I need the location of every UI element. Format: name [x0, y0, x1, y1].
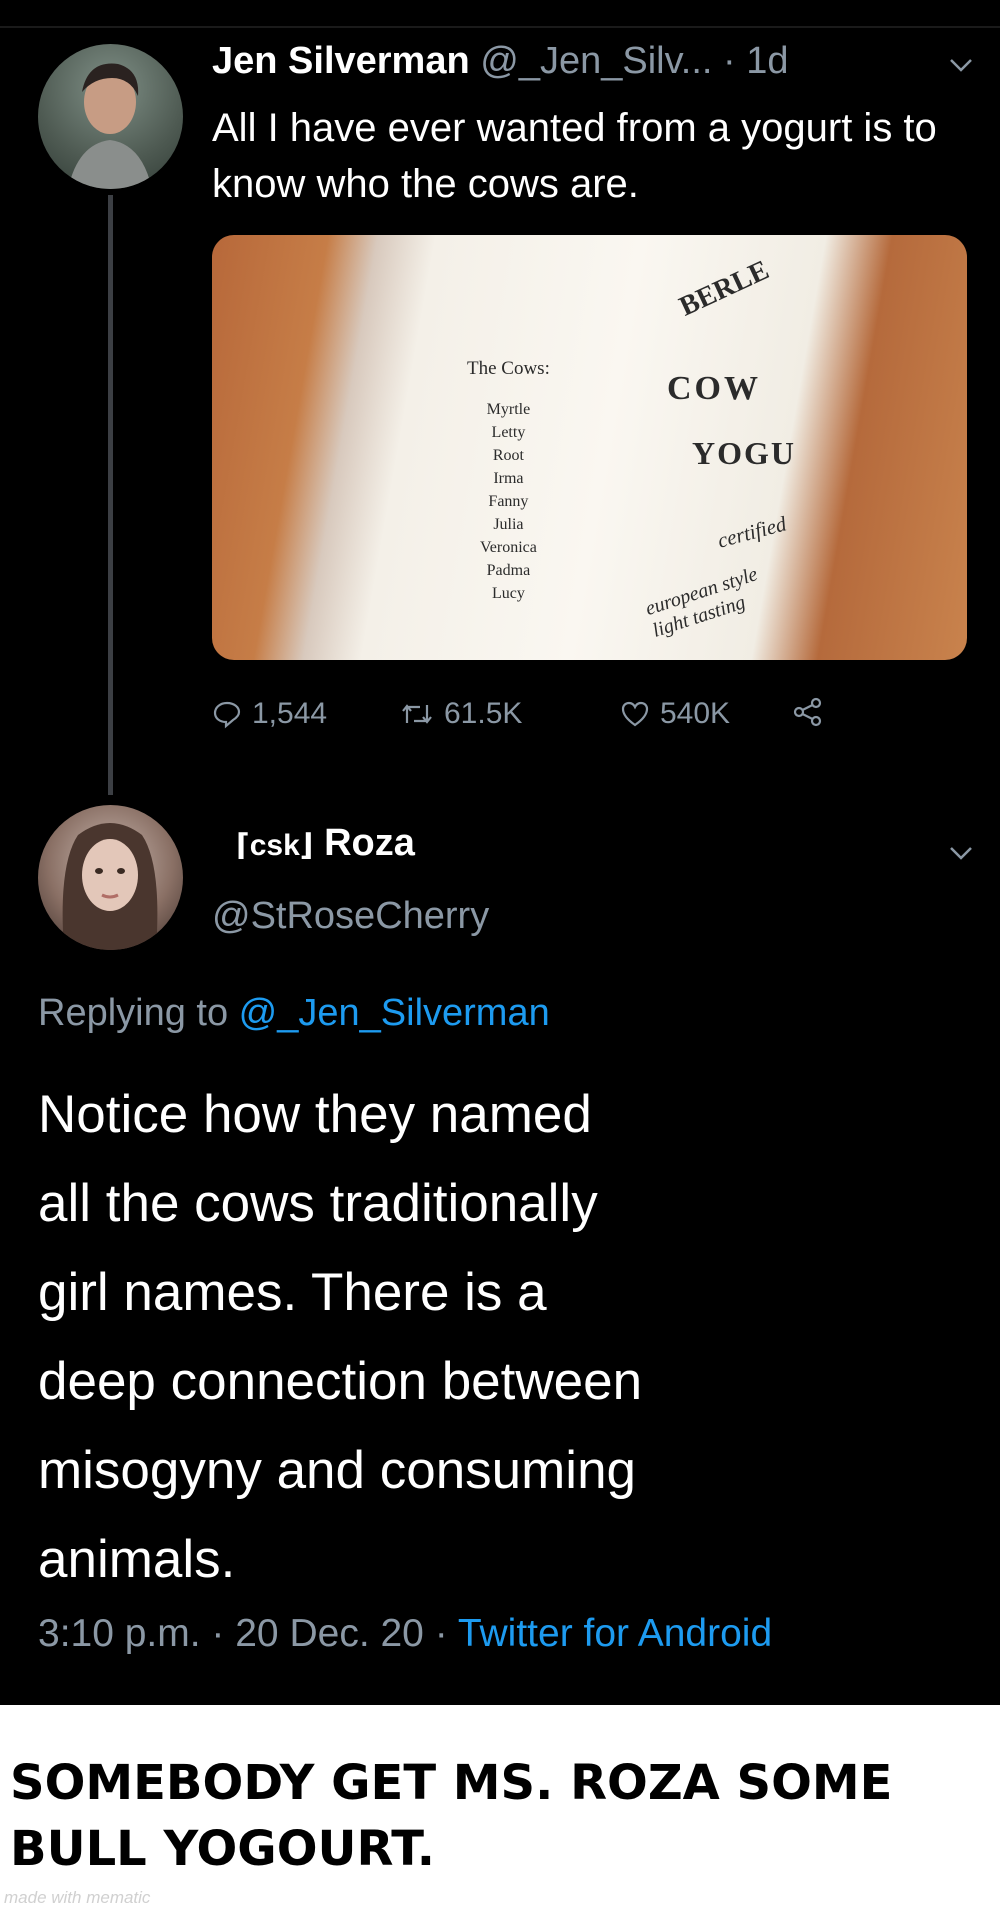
reply-author-name[interactable]: ⌈csk⌋ Roza [236, 822, 415, 865]
cow-name: Julia [493, 516, 524, 533]
retweet-count: 61.5K [444, 697, 523, 730]
tweet-header: Jen Silverman @_Jen_Silv... · 1d [212, 40, 789, 83]
heart-icon [620, 699, 650, 729]
meme-caption: SOMEBODY GET MS. ROZA SOME BULL YOGOURT. [10, 1750, 970, 1882]
tweet-text: All I have ever wanted from a yogurt is … [212, 106, 937, 206]
cow-name: Padma [486, 562, 531, 579]
reply-author-handle[interactable]: @StRoseCherry [212, 895, 489, 938]
cow-name: Letty [491, 424, 526, 441]
yogurt-photo[interactable]: The Cows: Myrtle Letty Root Irma Fanny J… [212, 235, 967, 660]
reply-text: Notice how they named all the cows tradi… [38, 1070, 938, 1604]
caption-line: SOMEBODY GET MS. ROZA SOME [10, 1755, 893, 1811]
brand-label: BERLE [674, 254, 774, 323]
tweet-screenshot: Jen Silverman @_Jen_Silv... · 1d All I h… [0, 0, 1000, 1705]
name-tag: ⌈csk⌋ [236, 829, 314, 862]
chevron-down-icon[interactable] [948, 838, 974, 869]
avatar-roza[interactable] [38, 805, 183, 950]
timestamp[interactable]: 3:10 p.m. · 20 Dec. 20 · [38, 1612, 458, 1655]
author-name[interactable]: Jen Silverman [212, 40, 470, 82]
avatar-jen[interactable] [38, 44, 183, 189]
caption-line: BULL YOGOURT. [10, 1821, 435, 1877]
source-link[interactable]: Twitter for Android [458, 1612, 772, 1655]
thread-line [108, 195, 113, 795]
reply-text-line: girl names. There is a [38, 1263, 547, 1322]
certified-label: certified [714, 511, 789, 553]
cow-name: Veronica [480, 539, 537, 556]
reply-icon [212, 699, 242, 729]
reply-count: 1,544 [252, 697, 328, 730]
replying-mention-link[interactable]: @_Jen_Silverman [239, 992, 550, 1034]
replying-to: Replying to @_Jen_Silverman [38, 992, 550, 1035]
cow-name: Root [492, 447, 524, 464]
retweet-icon [400, 699, 434, 729]
reply-text-line: animals. [38, 1530, 236, 1589]
share-button[interactable] [792, 697, 824, 727]
retweet-button[interactable]: 61.5K [400, 697, 522, 731]
reply-text-line: Notice how they named [38, 1085, 592, 1144]
european-style-label: european style light tasting [643, 563, 768, 643]
display-name: Roza [324, 822, 415, 864]
tweet-time[interactable]: · 1d [723, 40, 788, 82]
cow-name: Fanny [488, 493, 529, 510]
name-tag-text: csk [249, 829, 300, 862]
reply-text-line: all the cows traditionally [38, 1174, 598, 1233]
product-word-yogurt: YOGU [692, 435, 796, 471]
tweet-meta: 3:10 p.m. · 20 Dec. 20 · Twitter for And… [38, 1612, 772, 1656]
reply-text-line: deep connection between [38, 1352, 643, 1411]
like-count: 540K [660, 697, 731, 730]
cow-name: Myrtle [486, 401, 531, 418]
reply-button[interactable]: 1,544 [212, 697, 327, 731]
cow-name: Irma [493, 470, 524, 487]
replying-prefix: Replying to [38, 992, 239, 1034]
reply-text-line: misogyny and consuming [38, 1441, 637, 1500]
chevron-down-icon[interactable] [948, 50, 974, 81]
like-button[interactable]: 540K [620, 697, 730, 731]
cow-list-title: The Cows: [467, 358, 550, 379]
product-word-cow: COW [667, 370, 761, 407]
cow-name: Lucy [491, 585, 525, 602]
watermark: made with mematic [4, 1888, 151, 1907]
author-handle[interactable]: @_Jen_Silv... [480, 40, 712, 82]
cow-list: The Cows: Myrtle Letty Root Irma Fanny J… [467, 357, 550, 605]
divider [0, 26, 1000, 28]
share-icon [792, 697, 824, 727]
